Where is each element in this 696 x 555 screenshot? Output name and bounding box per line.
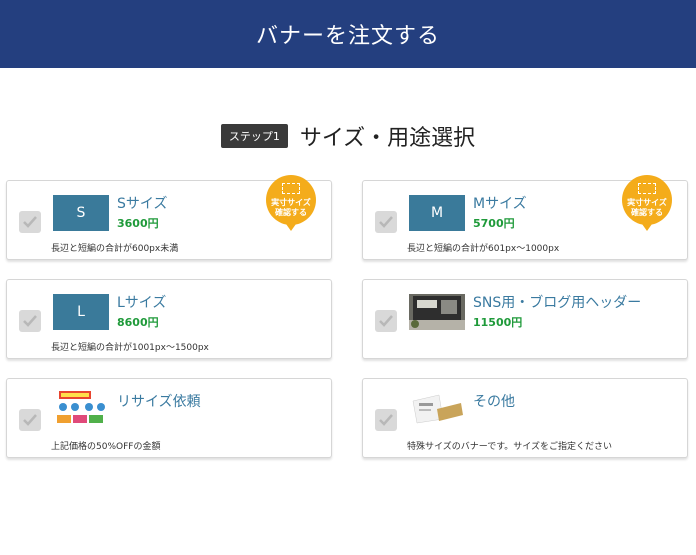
checkbox[interactable] [19,409,41,431]
check-icon [379,315,393,327]
checkbox[interactable] [375,310,397,332]
check-icon [23,315,37,327]
option-description: 長辺と短編の合計が1001px〜1500px [51,343,209,353]
option-description: 特殊サイズのバナーです。サイズをご指定ください [407,442,613,452]
check-icon [23,414,37,426]
option-title: Mサイズ [473,196,527,212]
sns-header-thumbnail [409,294,465,330]
size-thumbnail: M [409,195,465,231]
option-price: 8600円 [117,316,159,329]
option-title: Sサイズ [117,196,168,212]
size-thumbnail: S [53,195,109,231]
option-title: SNS用・ブログ用ヘッダー [473,295,642,311]
page-title: バナーを注文する [255,24,440,49]
option-title: リサイズ依頼 [117,394,201,410]
frame-icon [638,182,656,194]
actual-size-badge[interactable]: 実寸サイズ確認する [622,175,672,225]
option-card-s[interactable]: S Sサイズ 3600円 長辺と短編の合計が600px未満 実寸サイズ確認する [6,175,332,260]
option-card-sns-header[interactable]: SNS用・ブログ用ヘッダー 11500円 [362,279,688,359]
option-card-resize[interactable]: リサイズ依頼 上記価格の50%OFFの金額 [6,378,332,458]
option-price: 5700円 [473,217,515,230]
step-title: サイズ・用途選択 [299,126,476,151]
option-card-other[interactable]: その他 特殊サイズのバナーです。サイズをご指定ください [362,378,688,458]
option-price: 3600円 [117,217,159,230]
option-title: その他 [473,394,515,410]
frame-icon [282,182,300,194]
checkbox[interactable] [375,409,397,431]
laptop-photo-icon [409,294,465,330]
option-card-l[interactable]: L Lサイズ 8600円 長辺と短編の合計が1001px〜1500px [6,279,332,359]
check-icon [379,216,393,228]
actual-size-label: 実寸サイズ確認する [627,197,667,217]
special-banner-icon [409,389,465,429]
page-header: バナーを注文する [0,0,696,68]
checkbox[interactable] [19,211,41,233]
option-description: 上記価格の50%OFFの金額 [51,442,161,452]
option-price: 11500円 [473,316,523,329]
other-thumbnail [409,389,465,429]
step-badge: ステップ1 [220,124,288,148]
actual-size-badge[interactable]: 実寸サイズ確認する [266,175,316,225]
resize-thumbnail [53,389,109,429]
size-thumbnail: L [53,294,109,330]
checkbox[interactable] [375,211,397,233]
checkbox[interactable] [19,310,41,332]
banner-sample-icon [53,389,109,429]
actual-size-label: 実寸サイズ確認する [271,197,311,217]
check-icon [379,414,393,426]
option-description: 長辺と短編の合計が601px〜1000px [407,244,560,254]
check-icon [23,216,37,228]
option-description: 長辺と短編の合計が600px未満 [51,244,179,254]
step-heading: ステップ1 サイズ・用途選択 [0,118,696,154]
option-title: Lサイズ [117,295,167,311]
option-card-m[interactable]: M Mサイズ 5700円 長辺と短編の合計が601px〜1000px 実寸サイズ… [362,175,688,260]
